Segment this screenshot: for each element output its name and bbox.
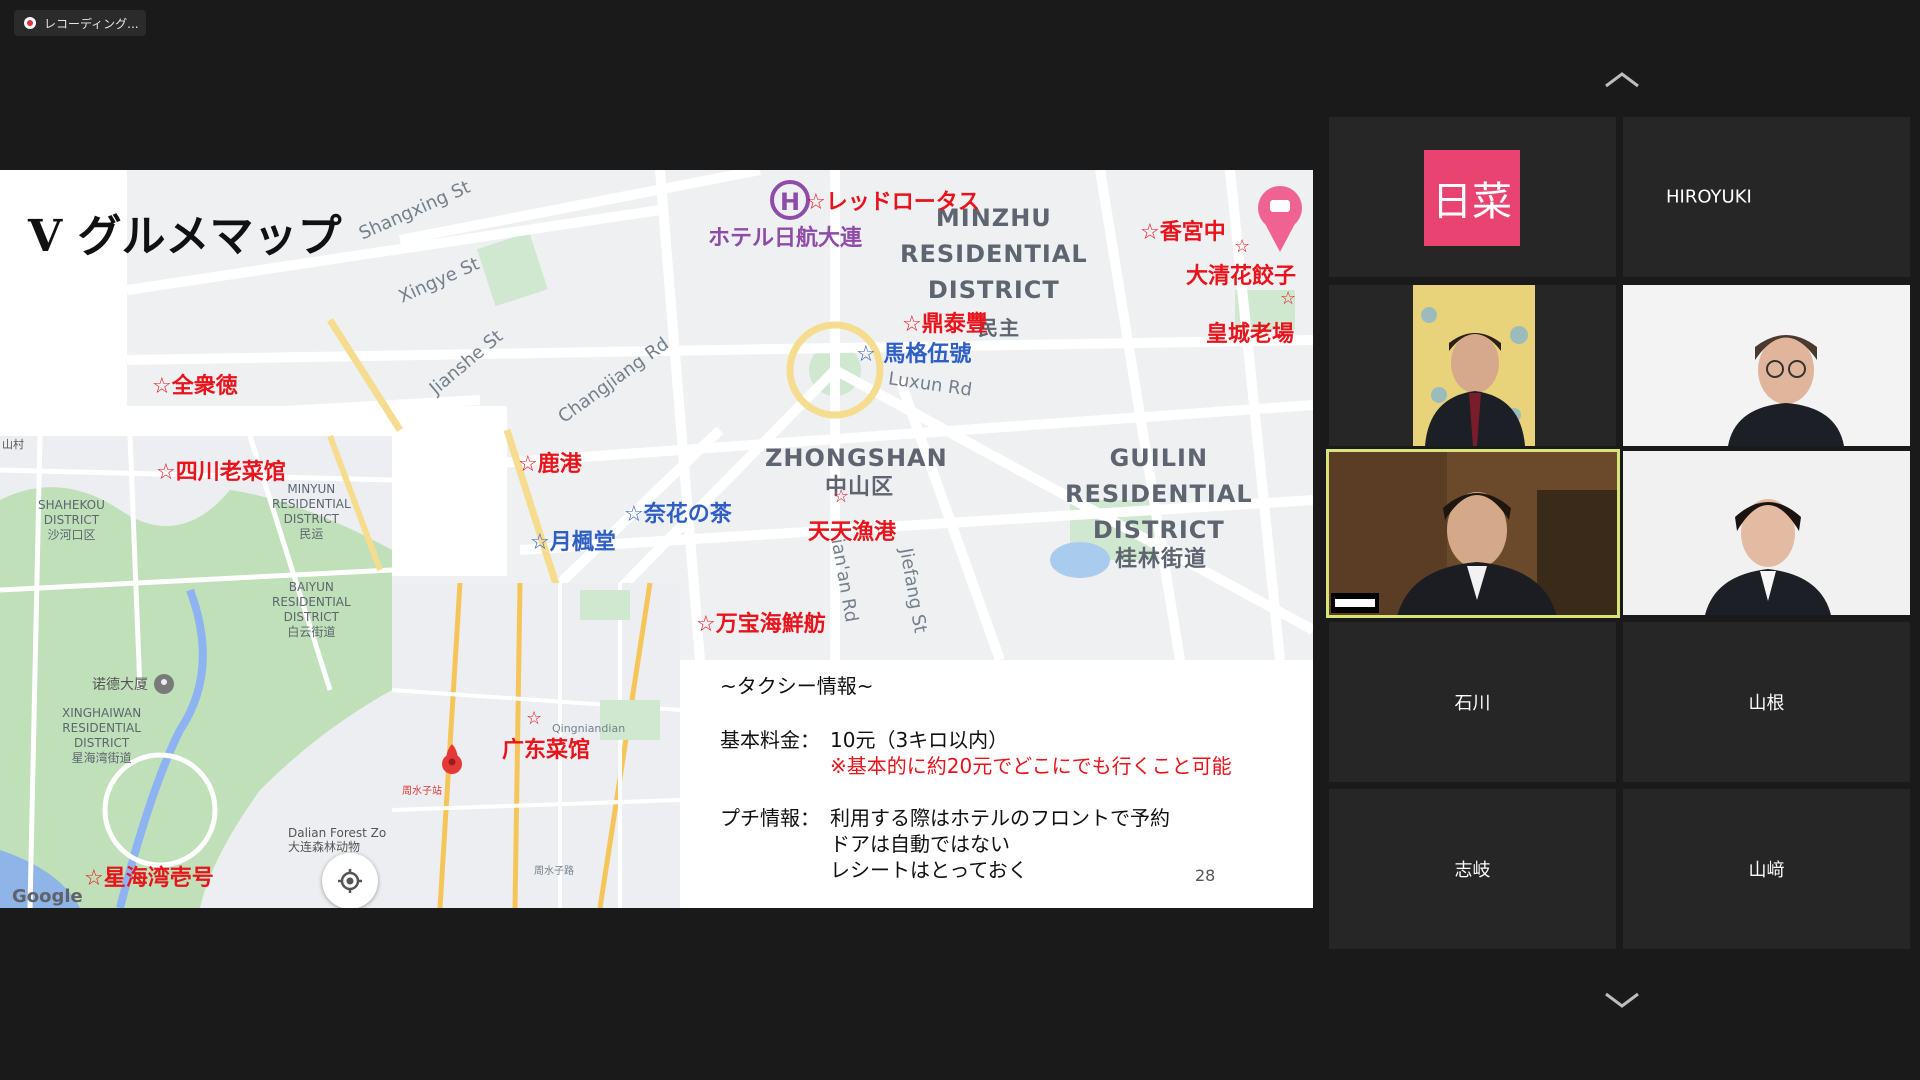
slide-title: Ⅴ グルメマップ — [28, 211, 342, 262]
district-minzhu: MINZHU RESIDENTIAL DISTRICT — [900, 204, 1088, 304]
chevron-down-icon — [1605, 992, 1639, 1008]
restaurant-guangdong: 广东菜馆 — [502, 738, 591, 763]
restaurant-mageru: ☆ 馬格伍號 — [856, 342, 972, 367]
participant-tile[interactable]: HIROYUKI — [1623, 117, 1910, 277]
base-fare-value: 10元（3キロ以内） — [830, 728, 1009, 752]
place-nuode: 诺德大厦 — [92, 677, 148, 693]
district-shahekou: SHAHEKOU DISTRICT 沙河口区 — [38, 498, 105, 542]
restaurant-dingtaifeng: ☆鼎泰豐 — [902, 312, 988, 337]
restaurant-quanjude: ☆全衆徳 — [152, 374, 238, 399]
recording-indicator[interactable]: レコーディング... — [14, 10, 146, 36]
star-marker: ☆ — [526, 708, 543, 729]
restaurant-wanbao: ☆万宝海鮮舫 — [696, 612, 826, 637]
restaurant-sichuan: ☆四川老菜馆 — [156, 460, 286, 485]
restaurant-yuefeng: ☆月楓堂 — [530, 530, 616, 555]
google-logo: Google — [12, 886, 83, 907]
crosshair-icon — [338, 869, 362, 893]
avatar: 日菜 — [1424, 150, 1520, 246]
participant-name: 石川 — [1454, 693, 1491, 714]
tip-item: ドアは自動ではない — [830, 832, 1010, 856]
district-xinghaiwan: XINGHAIWAN RESIDENTIAL DISTRICT 星海湾街道 — [62, 706, 142, 765]
hotel-nikko-label: ホテル日航大連 — [708, 226, 863, 251]
restaurant-naihua: ☆奈花の茶 — [624, 502, 732, 527]
star-marker: ☆ — [1234, 236, 1251, 257]
participant-video — [1623, 285, 1910, 446]
chevron-up-icon — [1605, 72, 1639, 88]
road-label: 周水子路 — [534, 866, 574, 877]
participant-video-tile[interactable] — [1623, 451, 1910, 615]
gallery-next-button[interactable] — [1604, 990, 1640, 1010]
svg-text:H: H — [780, 188, 800, 216]
district-minyun: MINYUN RESIDENTIAL DISTRICT 民运 — [272, 482, 351, 541]
participant-tile[interactable]: 山根 — [1623, 622, 1910, 782]
shared-slide: H Ⅴ グルメマップ Shangxing St Xingye St Jiansh… — [0, 170, 1313, 908]
participant-name: 山根 — [1748, 693, 1785, 714]
district-baiyun: BAIYUN RESIDENTIAL DISTRICT 白云街道 — [272, 580, 351, 639]
star-marker: ☆ — [1280, 288, 1297, 309]
record-icon — [24, 17, 36, 29]
restaurant-lugang: ☆鹿港 — [518, 452, 582, 477]
place-shanzhu: 山村 — [2, 438, 24, 451]
gallery-prev-button[interactable] — [1604, 70, 1640, 90]
star-marker: ☆ — [833, 486, 850, 507]
restaurant-xinghai: ☆星海湾壱号 — [84, 866, 214, 891]
restaurant-huangcheng: 皇城老場 — [1206, 322, 1295, 347]
participant-video — [1327, 450, 1619, 617]
restaurant-xianggong: ☆香宮中 — [1140, 220, 1226, 245]
participant-name: 山﨑 — [1748, 860, 1785, 881]
restaurant-qinghua: 大清花餃子 — [1186, 264, 1297, 289]
taxi-info-panel: ~タクシー情報~ 基本料金： 10元（3キロ以内） ※基本的に約20元でどこにで… — [680, 660, 1313, 908]
name-label — [1331, 593, 1379, 613]
participant-video — [1623, 451, 1910, 615]
participant-video-tile[interactable] — [1329, 285, 1616, 446]
participant-video — [1329, 285, 1616, 446]
participant-tile[interactable]: 日菜 — [1329, 117, 1616, 277]
restaurant-red-lotus: ☆レッドロータス — [806, 190, 980, 215]
participant-tile[interactable]: 石川 — [1329, 622, 1616, 782]
slide-page-number: 28 — [1195, 866, 1216, 885]
participant-name: HIROYUKI — [1666, 186, 1752, 208]
participant-name: 志岐 — [1454, 860, 1491, 881]
place-dalian-forest: Dalian Forest Zo 大连森林动物 — [288, 826, 387, 854]
participant-tile[interactable]: 山﨑 — [1623, 789, 1910, 949]
tip-item: 利用する際はホテルのフロントで予約 — [830, 806, 1170, 830]
taxi-heading: ~タクシー情報~ — [720, 674, 874, 698]
base-fare-note: ※基本的に約20元でどこにでも行くこと可能 — [830, 754, 1232, 778]
active-speaker-tile[interactable] — [1326, 449, 1620, 618]
participant-video-tile[interactable] — [1623, 285, 1910, 446]
participant-tile[interactable]: 志岐 — [1329, 789, 1616, 949]
recording-label: レコーディング... — [44, 16, 139, 31]
restaurant-tiantian: 天天漁港 — [808, 520, 897, 545]
tips-label: プチ情報： — [720, 806, 820, 830]
district-guilin: GUILIN RESIDENTIAL DISTRICT — [1065, 444, 1253, 544]
base-fare-label: 基本料金： — [720, 728, 820, 752]
tip-item: レシートはとっておく — [830, 858, 1028, 882]
road-label: 周水子站 — [402, 786, 442, 797]
my-location-button[interactable] — [322, 853, 378, 908]
district-guilin-cn: 桂林街道 — [1115, 547, 1208, 572]
